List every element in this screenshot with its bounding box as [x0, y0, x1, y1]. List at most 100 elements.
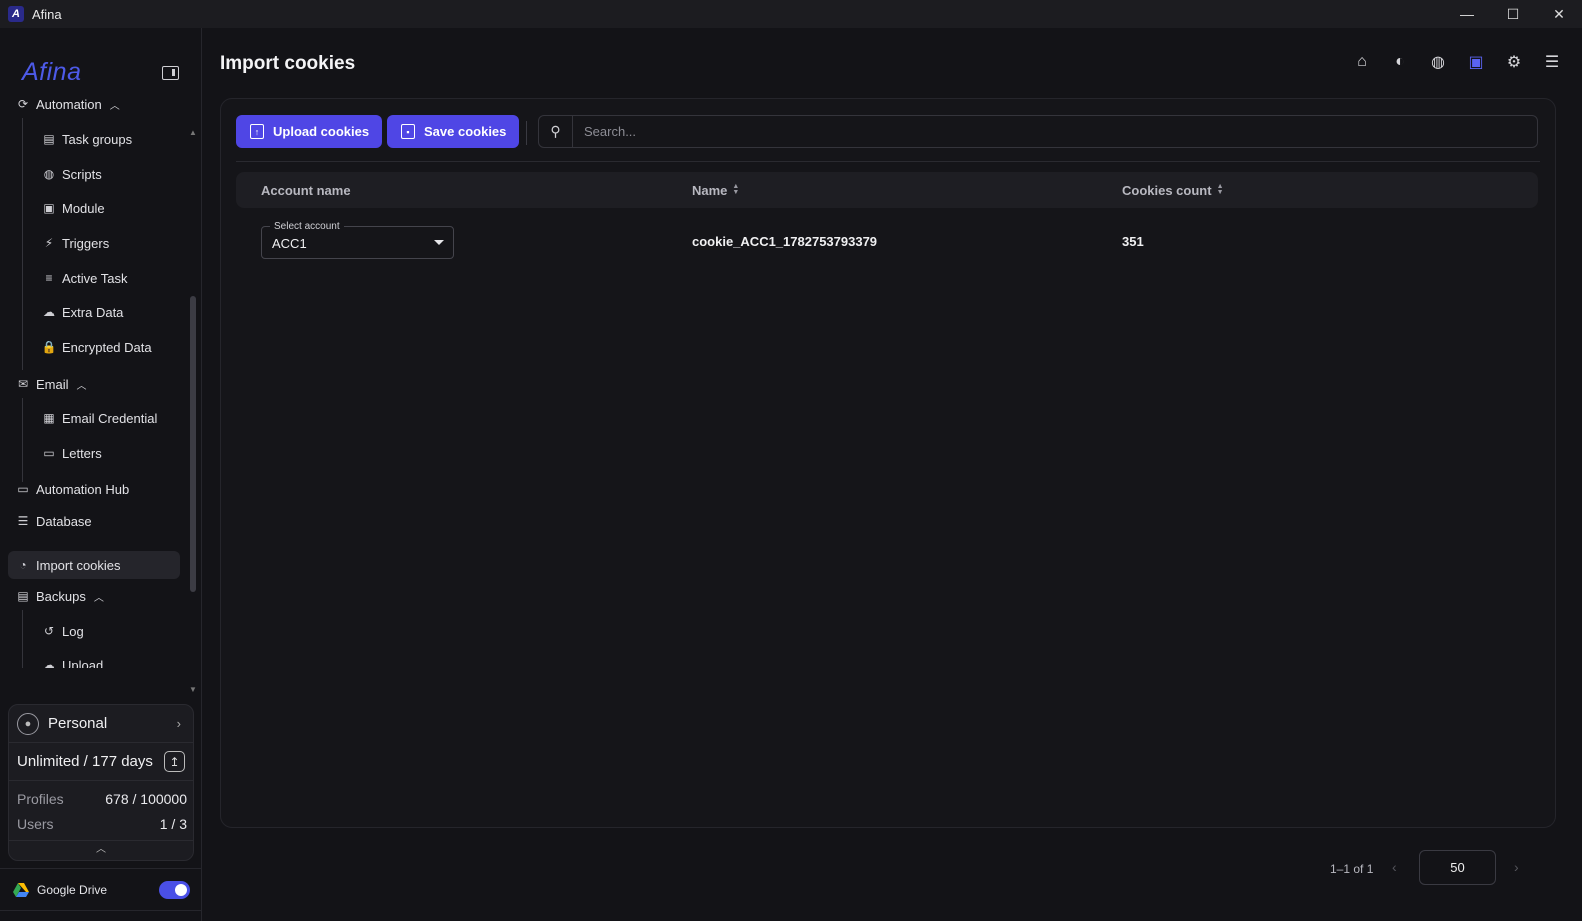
page-size-select[interactable]: 50 [1419, 850, 1496, 885]
sort-icon[interactable]: ▲ ▼ [732, 183, 739, 196]
sidebar-item-label: Extra Data [62, 304, 124, 320]
file-upload-icon: ↑ [250, 124, 264, 139]
sidebar-item-label: Upload [62, 657, 104, 669]
plan-limit-row: Unlimited / 177 days ↥ [9, 743, 193, 781]
profiles-stat: Profiles 678 / 100000 [17, 791, 187, 807]
lock-icon: 🔒 [41, 340, 57, 354]
cloud-upload-icon: ☁ [43, 658, 55, 668]
chevron-left-icon[interactable]: ‹ [1392, 859, 1397, 875]
sidebar-item-automation[interactable]: ⟳ Automation ︿ [8, 90, 180, 118]
sidebar-item-extra-data[interactable]: ☁ Extra Data [8, 298, 180, 326]
scroll-down-icon[interactable]: ▼ [189, 685, 197, 694]
chevron-right-icon: › [176, 716, 181, 731]
sidebar-item-log[interactable]: ↺ Log [8, 617, 180, 645]
chevron-up-icon: ︿ [76, 380, 87, 392]
sidebar-item-backups[interactable]: ▤ Backups ︿ [8, 582, 180, 610]
pagination: 1–1 of 1 ‹ 50 › [1282, 850, 1582, 886]
save-cookies-button[interactable]: ▪ Save cookies [387, 115, 520, 148]
scrollbar-thumb[interactable] [190, 296, 196, 592]
chevron-up-icon: ︿ [93, 592, 104, 604]
pagination-info: 1–1 of 1 [1330, 862, 1374, 876]
close-button[interactable]: ✕ [1536, 0, 1582, 28]
task-groups-icon: ▤ [43, 132, 55, 146]
sidebar-footer-actions: ☁ ☁ ▣ ▣ ◎ [0, 910, 201, 921]
plan-selector[interactable]: ● Personal › [9, 705, 193, 743]
sidebar-item-label: Task groups [62, 131, 133, 147]
main-content: Import cookies ⌂ ◐ ◍ ▣ ⚙ ☰ ↑ Upload cook… [202, 28, 1582, 921]
sidebar-item-label: Active Task [62, 270, 128, 286]
search-input[interactable] [573, 124, 1537, 139]
scroll-up-icon[interactable]: ▲ [189, 128, 197, 137]
sidebar-item-triggers[interactable]: ⚡ Triggers [8, 229, 180, 257]
button-label: Upload cookies [273, 124, 370, 139]
maximize-button[interactable]: ☐ [1490, 0, 1536, 28]
tag-icon[interactable]: ⌂ [1352, 52, 1372, 72]
proxy-icon[interactable]: ◐ [1390, 52, 1410, 72]
globe-icon[interactable]: ◍ [1428, 52, 1448, 72]
layout-icon[interactable]: ☰ [1542, 52, 1562, 72]
sidebar-item-upload[interactable]: ☁ Upload [8, 651, 180, 669]
sidebar-item-label: Email Credential [62, 410, 158, 426]
window-title: Afina [32, 6, 62, 22]
table-header: Account name Name ▲ ▼ Cookies count ▲ ▼ [236, 172, 1538, 208]
sidebar: Afina ⟳ Automation ︿ ▤ Task groups ◍ Scr… [0, 28, 202, 921]
sidebar-item-database[interactable]: ☰ Database [8, 507, 180, 535]
select-value: ACC1 [272, 236, 307, 251]
column-account-name: Account name [261, 172, 351, 208]
table-row: Select account ACC1 cookie_ACC1_17827537… [236, 215, 1538, 275]
sidebar-item-label: Automation [36, 96, 102, 112]
sidebar-item-automation-hub[interactable]: ▭ Automation Hub [8, 475, 180, 503]
sidebar-nav: ⟳ Automation ︿ ▤ Task groups ◍ Scripts ▣… [8, 90, 186, 668]
column-label: Cookies count [1122, 182, 1212, 198]
sidebar-item-encrypted-data[interactable]: 🔒 Encrypted Data [8, 333, 180, 361]
column-name[interactable]: Name ▲ ▼ [692, 172, 739, 208]
sidebar-item-letters[interactable]: ▭ Letters [8, 439, 180, 467]
google-drive-label: Google Drive [37, 882, 108, 897]
database-list-icon: ☰ [17, 514, 29, 528]
sidebar-item-email-credential[interactable]: ▦ Email Credential [8, 404, 180, 432]
button-label: Save cookies [424, 124, 507, 139]
plan-limit: Unlimited / 177 days [17, 753, 153, 770]
column-label: Name [692, 182, 728, 198]
sort-icon[interactable]: ▲ ▼ [1217, 183, 1224, 196]
mail-icon: ✉ [17, 377, 29, 391]
upgrade-icon[interactable]: ↥ [164, 751, 185, 772]
minimize-button[interactable]: — [1444, 0, 1490, 28]
google-drive-toggle[interactable] [159, 881, 190, 899]
sidebar-collapse-icon[interactable] [162, 66, 179, 80]
chevron-up-icon[interactable]: ︿ [9, 840, 193, 860]
sidebar-item-import-cookies[interactable]: ◔ Import cookies [8, 551, 180, 579]
divider [236, 161, 1540, 162]
cookie-name-cell: cookie_ACC1_1782753793379 [692, 234, 878, 249]
search-box: ⚲ [538, 115, 1538, 148]
select-label: Select account [270, 221, 344, 232]
page-title: Import cookies [220, 53, 356, 74]
google-drive-row: Google Drive [0, 868, 201, 910]
brand-logo: Afina [22, 58, 82, 86]
sidebar-item-label: Automation Hub [36, 481, 130, 497]
sidebar-item-email[interactable]: ✉ Email ︿ [8, 370, 180, 398]
account-select[interactable]: Select account ACC1 [261, 221, 454, 259]
sidebar-item-module[interactable]: ▣ Module [8, 194, 180, 222]
contact-card-icon: ▦ [43, 411, 55, 425]
toolbar-divider [526, 121, 527, 145]
sidebar-item-label: Letters [62, 445, 102, 461]
column-label: Account name [261, 182, 351, 198]
robot-icon[interactable]: ▣ [1466, 52, 1486, 72]
app-logo-icon: A [8, 6, 24, 22]
sidebar-item-label: Email [36, 376, 69, 392]
column-cookies-count[interactable]: Cookies count ▲ ▼ [1122, 172, 1224, 208]
sidebar-item-scripts[interactable]: ◍ Scripts [8, 160, 180, 188]
playlist-icon: ≡ [45, 271, 53, 285]
sidebar-scrollbar[interactable]: ▲ ▼ [188, 128, 198, 694]
gear-icon[interactable]: ⚙ [1504, 52, 1524, 72]
chevron-right-icon[interactable]: › [1514, 859, 1519, 875]
person-icon: ● [17, 712, 39, 735]
header-actions: ⌂ ◐ ◍ ▣ ⚙ ☰ [1352, 52, 1562, 72]
sidebar-item-label: Encrypted Data [62, 339, 152, 355]
sidebar-item-task-groups[interactable]: ▤ Task groups [8, 125, 180, 153]
upload-cookies-button[interactable]: ↑ Upload cookies [236, 115, 383, 148]
sidebar-item-label: Module [62, 200, 105, 216]
backups-icon: ▤ [17, 589, 29, 603]
sidebar-item-active-task[interactable]: ≡ Active Task [8, 264, 180, 292]
